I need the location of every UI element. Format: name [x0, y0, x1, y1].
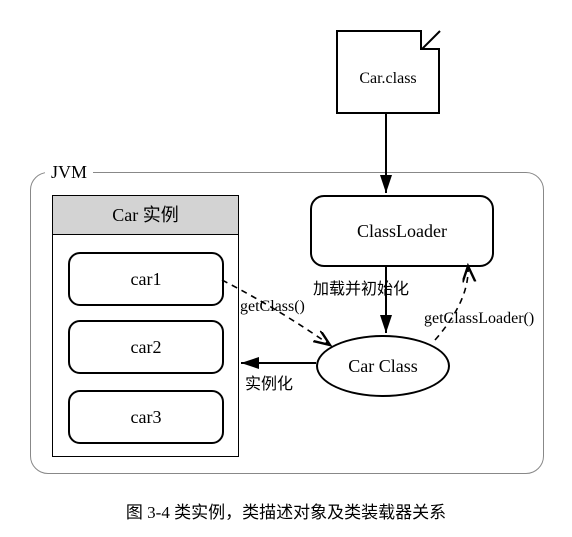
classloader-node: ClassLoader: [310, 195, 494, 267]
instance-car1: car1: [68, 252, 224, 306]
edge-label-getclass: getClass(): [240, 298, 305, 316]
instances-title: Car 实例: [53, 196, 238, 235]
figure-caption: 图 3-4 类实例，类描述对象及类装载器关系: [0, 498, 572, 523]
edge-label-load: 加载并初始化: [313, 275, 409, 299]
instance-car2: car2: [68, 320, 224, 374]
edge-label-getloader: getClassLoader(): [424, 310, 534, 328]
edge-label-instantiate: 实例化: [245, 370, 293, 394]
carclass-node: Car Class: [316, 335, 450, 397]
instance-car3: car3: [68, 390, 224, 444]
diagram-canvas: Car.class JVM Car 实例 car1 car2 car3 Clas…: [0, 0, 572, 537]
file-node: Car.class: [336, 30, 440, 114]
file-label: Car.class: [338, 70, 438, 88]
jvm-label: JVM: [45, 162, 93, 183]
